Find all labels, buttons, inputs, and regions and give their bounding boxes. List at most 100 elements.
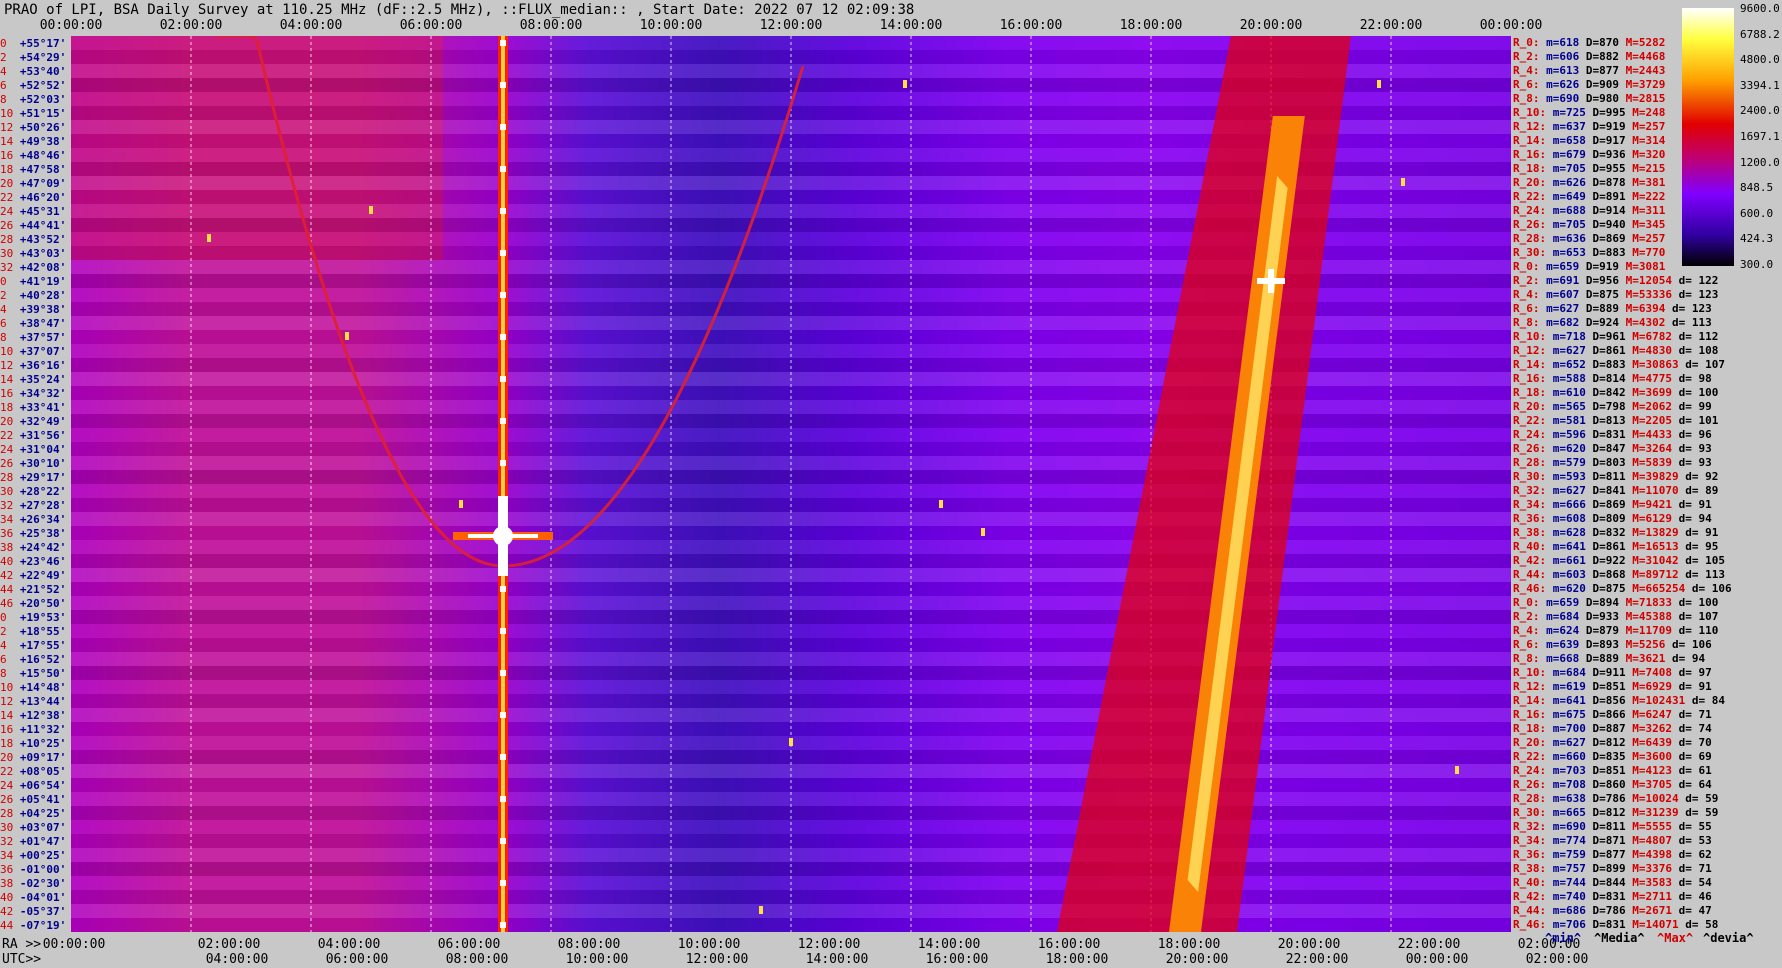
stat-min: m=675 [1552,708,1593,721]
ra-axis-label: RA >> [2,937,42,952]
bottom-utc-tick-label: 00:00:00 [1405,952,1469,967]
declination-value: +32°49' [19,415,67,428]
declination-label: 24 +31°04' [0,444,66,455]
row-index: 34 [0,513,20,526]
stat-max: M=5256 [1625,638,1672,651]
declination-label: 12 +13°44' [0,696,66,707]
row-id: R_32: [1513,820,1553,833]
stat-min: m=627 [1552,344,1593,357]
vertical-source-spot [500,628,506,634]
vertical-source-spot [500,166,506,172]
row-id: R_38: [1513,526,1553,539]
stat-dev: d= 95 [1685,540,1719,553]
stat-max: M=2062 [1632,400,1679,413]
row-index: 46 [0,597,20,610]
stat-median: D=889 [1585,302,1626,315]
stat-median: D=899 [1592,862,1633,875]
declination-value: +17°55' [19,639,67,652]
stat-max: M=7408 [1632,666,1679,679]
row-index: 14 [0,373,20,386]
stat-row: R_44: m=603 D=868 M=89712 d= 113 [1513,569,1725,580]
row-id: R_40: [1513,876,1553,889]
declination-label: 4 +53°40' [0,66,66,77]
stat-min: m=579 [1552,456,1593,469]
stat-min: m=691 [1546,274,1586,287]
stat-min: m=641 [1552,694,1593,707]
stat-max: M=6129 [1632,512,1679,525]
stat-median: D=894 [1585,596,1626,609]
declination-label: 8 +15°50' [0,668,66,679]
stat-row: R_38: m=757 D=899 M=3376 d= 71 [1513,863,1712,874]
row-id: R_22: [1513,414,1553,427]
stat-row: R_28: m=579 D=803 M=5839 d= 93 [1513,457,1712,468]
stat-min: m=608 [1552,512,1593,525]
colorbar-gradient [1682,8,1734,266]
row-index: 0 [0,37,20,50]
row-id: R_10: [1513,666,1553,679]
declination-value: -04°01' [19,891,67,904]
declination-label: 42 -05°37' [0,906,66,917]
stat-max: M=31042 [1632,554,1686,567]
stat-max: M=6247 [1632,708,1679,721]
bottom-ra-tick-label: 16:00:00 [1037,937,1101,952]
stat-row: R_46: m=706 D=831 M=14071 d= 58 [1513,919,1718,930]
row-index: 28 [0,471,20,484]
stat-dev: d= 97 [1678,666,1712,679]
declination-label: 14 +12°38' [0,710,66,721]
declination-label: 36 +25°38' [0,528,66,539]
stat-max: M=3621 [1625,652,1672,665]
stat-dev: d= 106 [1671,638,1712,651]
bottom-utc-tick-label: 16:00:00 [925,952,989,967]
stat-min: m=624 [1546,624,1586,637]
declination-label: 18 +47°58' [0,164,66,175]
stat-median: D=831 [1592,428,1633,441]
stat-max: M=3600 [1632,750,1679,763]
bottom-utc-tick-label: 14:00:00 [805,952,869,967]
stat-row: R_26: m=620 D=847 M=3264 d= 93 [1513,443,1712,454]
heatmap-plot [71,36,1511,932]
stat-dev: d= 94 [1678,512,1712,525]
stat-row: R_16: m=588 D=814 M=4775 d= 98 [1513,373,1712,384]
row-id: R_46: [1513,582,1553,595]
stat-row: R_10: m=725 D=995 M=248 [1513,107,1672,118]
row-id: R_4: [1513,64,1547,77]
row-id: R_10: [1513,330,1553,343]
top-tick-label: 00:00:00 [1479,18,1543,33]
stat-median: D=835 [1592,750,1633,763]
stat-dev: d= 54 [1678,876,1712,889]
stat-max: M=6394 [1625,302,1672,315]
stat-min: m=638 [1552,792,1593,805]
stat-max: M=257 [1632,120,1672,133]
row-index: 32 [0,499,20,512]
scatter-point [459,500,463,508]
vertical-source-spot [500,124,506,130]
row-index: 8 [0,93,20,106]
scatter-point [759,906,763,914]
stat-max: M=31239 [1632,806,1686,819]
declination-value: +15°50' [19,667,67,680]
top-tick-label: 00:00:00 [39,18,103,33]
stat-min: m=744 [1552,876,1593,889]
stat-max: M=770 [1632,246,1672,259]
stat-min: m=652 [1552,358,1593,371]
declination-label: 32 +01°47' [0,836,66,847]
stat-median: D=919 [1585,260,1626,273]
row-id: R_18: [1513,386,1553,399]
top-tick-label: 22:00:00 [1359,18,1423,33]
row-index: 34 [0,849,20,862]
stat-median: D=956 [1585,274,1626,287]
row-id: R_38: [1513,862,1553,875]
declination-value: +16°52' [19,653,67,666]
row-id: R_0: [1513,596,1547,609]
declination-label: 2 +40°28' [0,290,66,301]
row-id: R_22: [1513,750,1553,763]
declination-value: +08°05' [19,765,67,778]
stat-row: R_10: m=718 D=961 M=6782 d= 112 [1513,331,1718,342]
stat-max: M=71833 [1625,596,1679,609]
stat-dev: d= 89 [1685,484,1719,497]
stat-min: m=565 [1552,400,1593,413]
stat-min: m=606 [1546,50,1586,63]
declination-label: 4 +17°55' [0,640,66,651]
bottom-utc-tick-label: 18:00:00 [1045,952,1109,967]
stat-median: D=803 [1592,456,1633,469]
